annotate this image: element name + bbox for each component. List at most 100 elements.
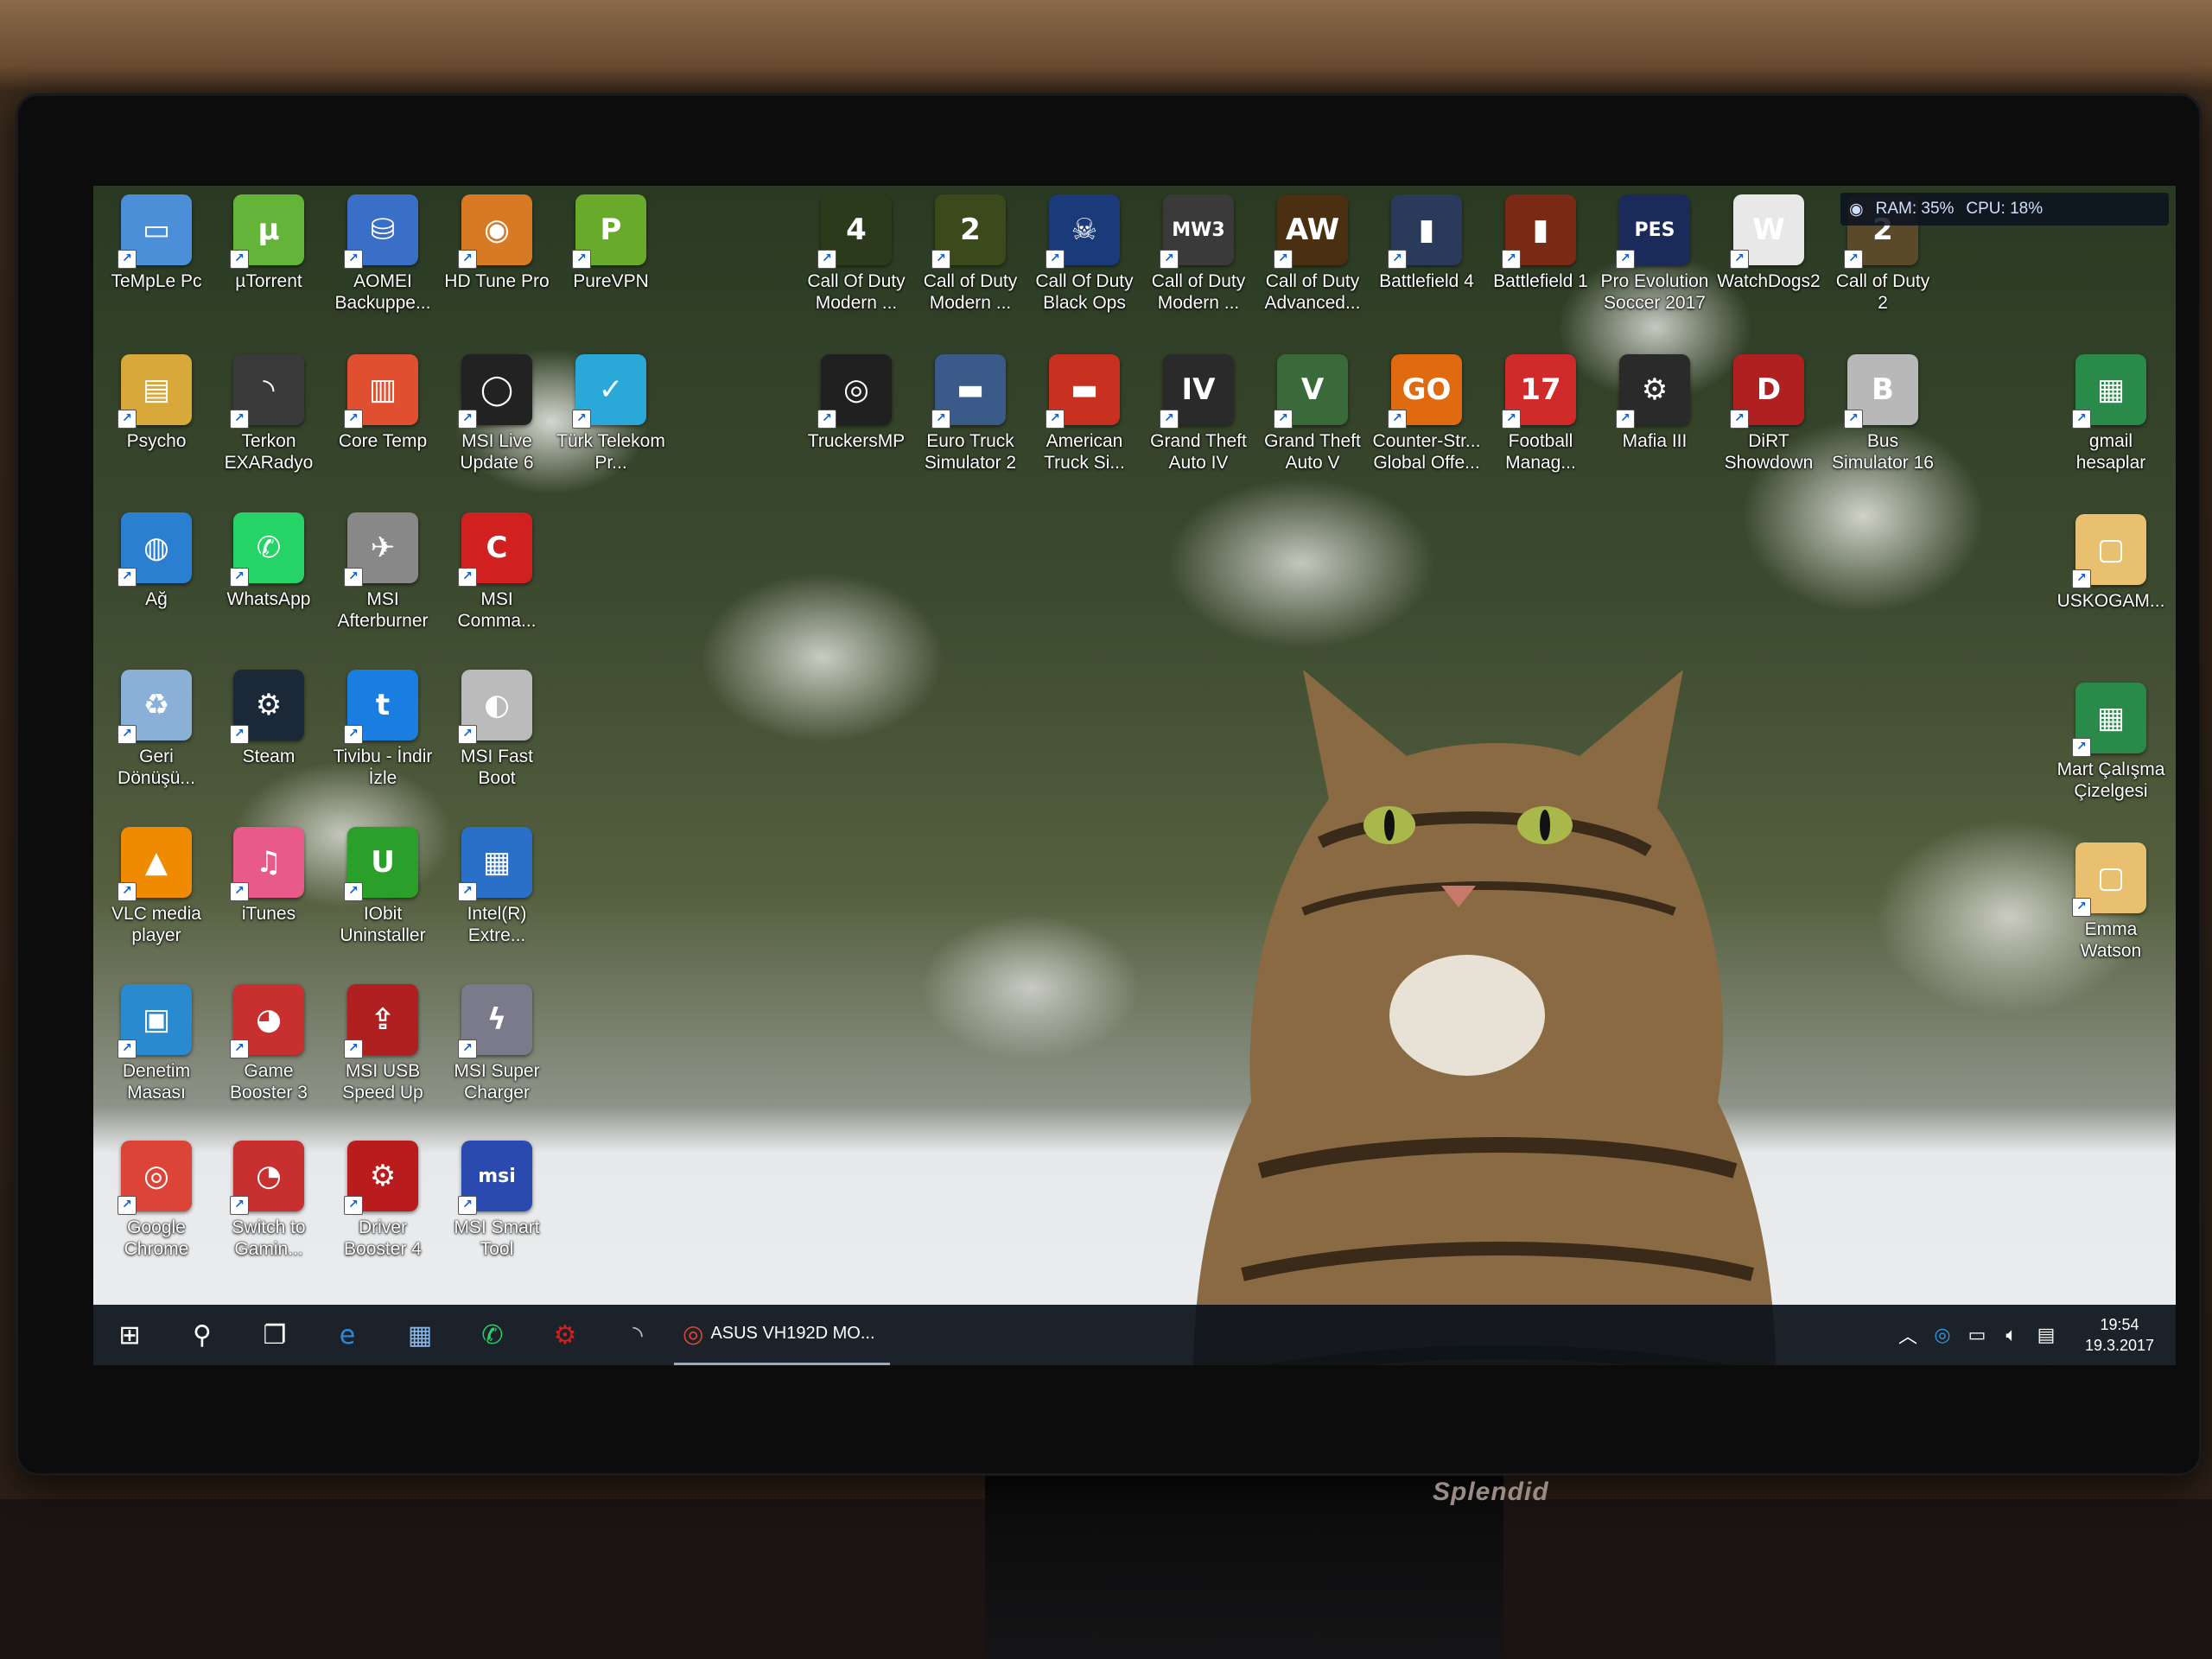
desktop-icon[interactable]: ▦ ↗ gmail hesaplar [2056,354,2165,474]
desktop-icon[interactable]: ⚙ ↗ Driver Booster 4 [328,1141,437,1260]
desktop-icon[interactable]: ◍ ↗ Ağ [102,512,211,610]
search-button[interactable]: ⚲ [166,1305,238,1365]
desktop-icon[interactable]: ⚙ ↗ Mafia III [1600,354,1709,452]
shortcut-arrow-icon: ↗ [2072,898,2091,917]
app-icon: t ↗ [344,670,418,744]
desktop-icon-label: Call of Duty Advanced... [1264,271,1361,313]
search-icon: ⚲ [193,1319,212,1351]
shortcut-arrow-icon: ↗ [1160,250,1179,269]
app-icon: msi ↗ [458,1141,532,1215]
desktop-icon-label: Call of Duty 2 [1835,271,1930,313]
desktop-icon[interactable]: ☠ ↗ Call Of Duty Black Ops [1030,194,1139,314]
desktop-icon[interactable]: 4 ↗ Call Of Duty Modern ... [802,194,911,314]
desktop-icon[interactable]: ⛁ ↗ AOMEI Backuppe... [328,194,437,314]
desktop-icon[interactable]: P ↗ PureVPN [556,194,665,292]
desktop-icon[interactable]: ♫ ↗ iTunes [214,827,323,925]
desktop-icon[interactable]: B ↗ Bus Simulator 16 [1828,354,1937,474]
task-view-button[interactable]: ❐ [238,1305,311,1365]
desktop-icon[interactable]: ▮ ↗ Battlefield 4 [1372,194,1481,292]
desktop-icon[interactable]: ◎ ↗ TruckersMP [802,354,911,452]
desktop-icon[interactable]: µ ↗ µTorrent [214,194,323,292]
taskbar-whatsapp[interactable]: ✆ [456,1305,529,1365]
desktop-icon[interactable]: ✈ ↗ MSI Afterburner [328,512,437,632]
app-icon: ⚙ ↗ [1616,354,1690,429]
app-icon: GO ↗ [1388,354,1462,429]
desktop-icon[interactable]: ▤ ↗ Psycho [102,354,211,452]
system-monitor-widget[interactable]: ◉ RAM: 35% CPU: 18% [1840,193,2169,226]
tray-app-button[interactable]: ◎ [1925,1305,1960,1365]
taskbar-edge[interactable]: e [311,1305,384,1365]
desktop-icon[interactable]: ▦ ↗ Intel(R) Extre... [442,827,551,946]
desktop-icon[interactable]: GO ↗ Counter-Str... Global Offe... [1372,354,1481,474]
desktop-icon[interactable]: ⚙ ↗ Steam [214,670,323,767]
desktop-icon[interactable]: AW ↗ Call of Duty Advanced... [1258,194,1367,314]
start-button[interactable]: ⊞ [93,1305,166,1365]
desktop-icon-label: Mart Çalışma Çizelgesi [2056,760,2165,801]
app-icon: ⇪ ↗ [344,984,418,1058]
app-icon: IV ↗ [1160,354,1234,429]
desktop-icon-label: HD Tune Pro [444,271,550,291]
desktop-icon[interactable]: D ↗ DiRT Showdown [1714,354,1823,474]
desktop-icon[interactable]: ♻ ↗ Geri Dönüşü... [102,670,211,789]
shortcut-arrow-icon: ↗ [230,725,249,744]
app-icon: ◕ ↗ [230,984,304,1058]
desktop-icon-label: USKOGAM... [2056,591,2165,611]
desktop-icon[interactable]: ⇪ ↗ MSI USB Speed Up [328,984,437,1103]
desktop-icon[interactable]: ✆ ↗ WhatsApp [214,512,323,610]
desktop-icon[interactable]: ▢ ↗ Emma Watson [2056,842,2165,962]
shortcut-arrow-icon: ↗ [2072,410,2091,429]
desktop-icon-label: Bus Simulator 16 [1832,431,1934,473]
desktop-icon[interactable]: PES ↗ Pro Evolution Soccer 2017 [1600,194,1709,314]
app-icon: ▮ ↗ [1388,194,1462,269]
desktop-icon[interactable]: C ↗ MSI Comma... [442,512,551,632]
desktop-icon[interactable]: ◎ ↗ Google Chrome [102,1141,211,1260]
desktop-icon[interactable]: ✓ ↗ Türk Telekom Pr... [556,354,665,474]
desktop-icon[interactable]: ▬ ↗ Euro Truck Simulator 2 [916,354,1025,474]
desktop-icon[interactable]: t ↗ Tivibu - İndir İzle [328,670,437,789]
desktop-icon[interactable]: ▲ ↗ VLC media player [102,827,211,946]
desktop-icon[interactable]: ▣ ↗ Denetim Masası [102,984,211,1103]
desktop-icon[interactable]: ▢ ↗ USKOGAM... [2056,514,2165,612]
desktop-icon[interactable]: ◯ ↗ MSI Live Update 6 [442,354,551,474]
desktop-icon[interactable]: 2 ↗ Call of Duty Modern ... [916,194,1025,314]
desktop-icon[interactable]: msi ↗ MSI Smart Tool [442,1141,551,1260]
volume-button[interactable]: 🔈︎ [1994,1305,2029,1365]
desktop-icon[interactable]: V ↗ Grand Theft Auto V [1258,354,1367,474]
shortcut-arrow-icon: ↗ [344,568,363,587]
shortcut-arrow-icon: ↗ [1388,250,1407,269]
taskbar-terkon[interactable]: ◝ [601,1305,674,1365]
clock-time: 19:54 [2100,1316,2139,1333]
desktop-icon[interactable]: ▥ ↗ Core Temp [328,354,437,452]
taskbar-calculator[interactable]: ▦ [384,1305,456,1365]
taskbar-driver-booster[interactable]: ⚙ [529,1305,601,1365]
taskbar-chrome-window[interactable]: ◎ ASUS VH192D MO... [674,1305,890,1365]
shortcut-arrow-icon: ↗ [458,882,477,901]
desktop-icon[interactable]: ϟ ↗ MSI Super Charger [442,984,551,1103]
desktop-icon[interactable]: ◔ ↗ Switch to Gamin... [214,1141,323,1260]
desktop-icon[interactable]: ▮ ↗ Battlefield 1 [1486,194,1595,292]
desktop-icon[interactable]: ◕ ↗ Game Booster 3 [214,984,323,1103]
desktop-icon[interactable]: MW3 ↗ Call of Duty Modern ... [1144,194,1253,314]
shortcut-arrow-icon: ↗ [344,1196,363,1215]
app-icon: U ↗ [344,827,418,901]
desktop-icon-label: Battlefield 4 [1379,271,1474,291]
desktop-icon[interactable]: ◐ ↗ MSI Fast Boot [442,670,551,789]
app-icon: ◍ ↗ [118,512,192,587]
tray-overflow-button[interactable]: ︿ [1891,1305,1925,1365]
desktop-icon[interactable]: IV ↗ Grand Theft Auto IV [1144,354,1253,474]
desktop-icon[interactable]: 17 ↗ Football Manag... [1486,354,1595,474]
monitor-brand-logo: Splendid [1433,1478,1549,1506]
shortcut-arrow-icon: ↗ [1388,410,1407,429]
desktop-icon[interactable]: ▬ ↗ American Truck Si... [1030,354,1139,474]
shortcut-arrow-icon: ↗ [1160,410,1179,429]
desktop-icon[interactable]: W ↗ WatchDogs2 [1714,194,1823,292]
desktop-icon[interactable]: ▭ ↗ TeMpLe Pc [102,194,211,292]
desktop-icon[interactable]: ◉ ↗ HD Tune Pro [442,194,551,292]
desktop-icon[interactable]: ▦ ↗ Mart Çalışma Çizelgesi [2056,683,2165,802]
desktop-icon[interactable]: U ↗ IObit Uninstaller [328,827,437,946]
app-icon: V ↗ [1274,354,1348,429]
network-button[interactable]: ▭ [1960,1305,1994,1365]
notifications-button[interactable]: ▤ [2029,1305,2063,1365]
taskbar-clock[interactable]: 19:54 19.3.2017 [2063,1314,2176,1356]
desktop-icon[interactable]: ◝ ↗ Terkon EXARadyo [214,354,323,474]
